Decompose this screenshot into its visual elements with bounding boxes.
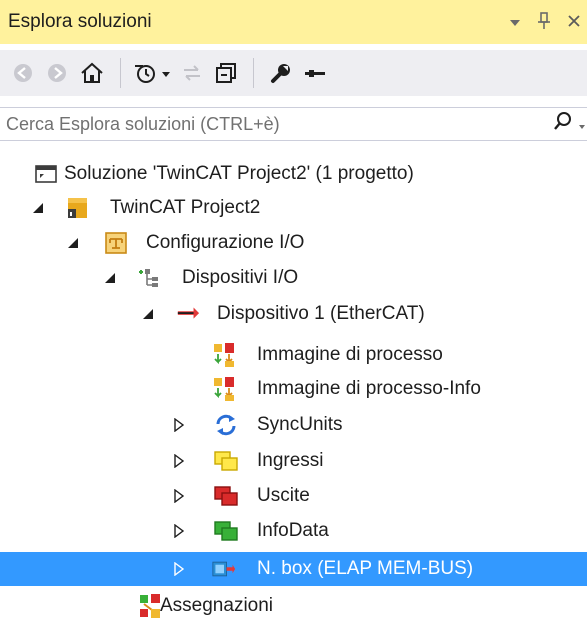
tree-node-label: Dispositivo 1 (EtherCAT): [217, 303, 425, 324]
info-data-icon: [214, 519, 238, 543]
title-bar[interactable]: Esplora soluzioni: [0, 0, 587, 44]
tree-node-label: Immagine di processo-Info: [257, 378, 481, 399]
toolbar-separator: [120, 58, 121, 88]
toolbar-separator: [253, 58, 254, 88]
collapsed-arrow-icon[interactable]: [172, 454, 186, 468]
tree-node-outputs[interactable]: Uscite: [0, 479, 587, 513]
tree-node-label: N. box (ELAP MEM-BUS): [257, 558, 474, 579]
tree-node-label: Ingressi: [257, 450, 324, 471]
panel-title: Esplora soluzioni: [8, 11, 152, 32]
process-image-icon: [212, 377, 236, 401]
forward-icon[interactable]: [40, 56, 74, 90]
tree-node-label: Immagine di processo: [257, 344, 443, 365]
tree-node-label: Uscite: [257, 485, 310, 506]
tree-node-label: InfoData: [257, 520, 329, 541]
back-icon[interactable]: [6, 56, 40, 90]
twincat-project-icon: [65, 196, 89, 220]
ethercat-box-icon: [212, 557, 236, 581]
tree-node-mappings[interactable]: Assegnazioni: [0, 589, 587, 623]
io-configuration-icon: [104, 231, 128, 255]
solution-explorer-panel: Esplora soluzioni Cerca Esplora soluzion…: [0, 0, 587, 632]
inputs-icon: [214, 449, 238, 473]
tree-node-solution[interactable]: Soluzione 'TwinCAT Project2' (1 progetto…: [0, 157, 587, 191]
pin-icon[interactable]: [537, 11, 551, 33]
tree-node-device-1[interactable]: Dispositivo 1 (EtherCAT): [0, 297, 587, 331]
collapsed-arrow-icon[interactable]: [172, 489, 186, 503]
expanded-arrow-icon[interactable]: [31, 201, 45, 215]
expanded-arrow-icon[interactable]: [103, 271, 117, 285]
expanded-arrow-icon[interactable]: [66, 236, 80, 250]
ethercat-device-icon: [176, 302, 200, 326]
chevron-down-icon[interactable]: [509, 14, 521, 31]
tree-node-project[interactable]: TwinCAT Project2: [0, 191, 587, 225]
tree-node-label: TwinCAT Project2: [110, 197, 261, 218]
properties-wrench-icon[interactable]: [264, 56, 298, 90]
preview-icon[interactable]: [298, 56, 332, 90]
collapsed-arrow-icon[interactable]: [172, 562, 186, 576]
tree-node-label: Configurazione I/O: [146, 232, 305, 253]
tree-node-label: Dispositivi I/O: [182, 267, 299, 288]
solution-icon: [34, 162, 58, 186]
title-controls: [509, 11, 581, 33]
sync-icon[interactable]: [175, 56, 209, 90]
tree-node-io-configuration[interactable]: Configurazione I/O: [0, 226, 587, 260]
tree-node-inputs[interactable]: Ingressi: [0, 444, 587, 478]
tree-node-label: Soluzione 'TwinCAT Project2' (1 progetto…: [64, 163, 414, 184]
tree-node-label: Assegnazioni: [160, 595, 274, 616]
tree-node-sync-units[interactable]: SyncUnits: [0, 408, 587, 442]
mappings-icon: [138, 594, 162, 618]
search-controls: [553, 111, 585, 137]
collapsed-arrow-icon[interactable]: [172, 524, 186, 538]
tree-node-process-image[interactable]: Immagine di processo: [0, 338, 587, 372]
tree-node-io-devices[interactable]: Dispositivi I/O: [0, 261, 587, 295]
home-icon[interactable]: [74, 56, 110, 90]
toolbar: [0, 50, 587, 96]
collapse-all-icon[interactable]: [209, 56, 243, 90]
outputs-icon: [214, 484, 238, 508]
sync-units-icon: [214, 413, 238, 437]
search-box[interactable]: Cerca Esplora soluzioni (CTRL+è): [0, 107, 587, 141]
process-image-icon: [212, 343, 236, 367]
tree-node-label: SyncUnits: [257, 414, 343, 435]
search-input[interactable]: Cerca Esplora soluzioni (CTRL+è): [6, 114, 280, 135]
close-icon[interactable]: [567, 14, 581, 31]
tree-node-box[interactable]: N. box (ELAP MEM-BUS): [0, 552, 587, 586]
collapsed-arrow-icon[interactable]: [172, 418, 186, 432]
search-icon[interactable]: [553, 111, 573, 137]
expanded-arrow-icon[interactable]: [141, 307, 155, 321]
pending-changes-filter-icon[interactable]: [131, 56, 175, 90]
tree-node-info-data[interactable]: InfoData: [0, 514, 587, 548]
tree-node-process-image-info[interactable]: Immagine di processo-Info: [0, 372, 587, 406]
io-devices-icon: [137, 266, 161, 290]
chevron-down-icon[interactable]: [579, 113, 585, 135]
